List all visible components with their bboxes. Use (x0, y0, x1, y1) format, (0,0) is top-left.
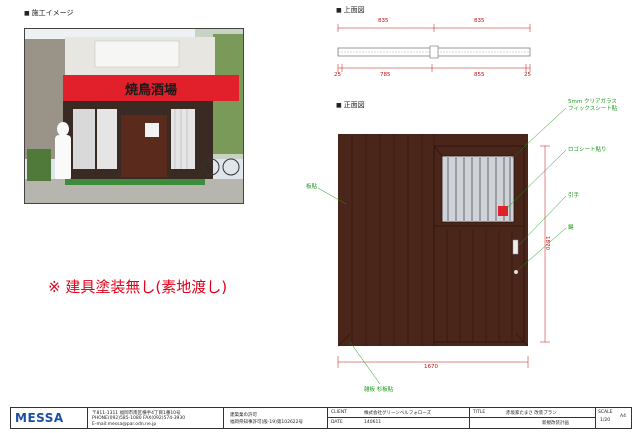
front-view-drawing (337, 134, 529, 347)
door-key (514, 270, 518, 274)
dim-plan-bottom-2: 785 (380, 72, 391, 78)
annotation-key: 鍵 (568, 225, 574, 231)
dim-plan-bottom-4: 25 (524, 72, 531, 78)
dim-front-height: 1870 (544, 236, 550, 250)
client-date-cell: CLIENT 株式会社グリーンベルフォローズ DATE 140611 (327, 408, 469, 428)
dim-plan-bottom-3: 855 (474, 72, 485, 78)
annotation-board: 板貼 (306, 184, 318, 190)
dim-plan-top-left: 835 (378, 18, 389, 24)
annotation-bottom: 雑板 杉板貼 (364, 387, 394, 393)
annotation-logo-sticker: ロゴシート貼り (568, 147, 607, 153)
dim-front-width: 1670 (424, 364, 438, 370)
title-block: MESSA 〒811-1311 福岡市南区横手4丁目1番10号 PHONE(09… (10, 407, 632, 429)
dim-plan-bottom-1: 25 (334, 72, 341, 78)
title-cell: TITLE 赤坂家たまさ 改装プラン 新規改装計画 (469, 408, 595, 428)
annotation-glass: 5mm クリアガラス フィックスシート貼 (568, 99, 618, 112)
scale-cell: SCALE 1/20 (595, 408, 617, 428)
annotation-handle: 引手 (568, 193, 580, 199)
technical-drawing (317, 24, 567, 385)
company-address: 〒811-1311 福岡市南区横手4丁目1番10号 PHONE(092)585-… (87, 408, 223, 428)
plan-view-drawing (337, 24, 531, 72)
company-logo: MESSA (15, 411, 64, 425)
dim-plan-top-right: 835 (474, 18, 485, 24)
door-handle (512, 239, 519, 255)
sheet-size: A4 (620, 414, 626, 419)
license-info: 建築業の許可 福岡県知事許可(般-19)第102622号 (223, 408, 327, 428)
logo-sticker (498, 206, 508, 216)
